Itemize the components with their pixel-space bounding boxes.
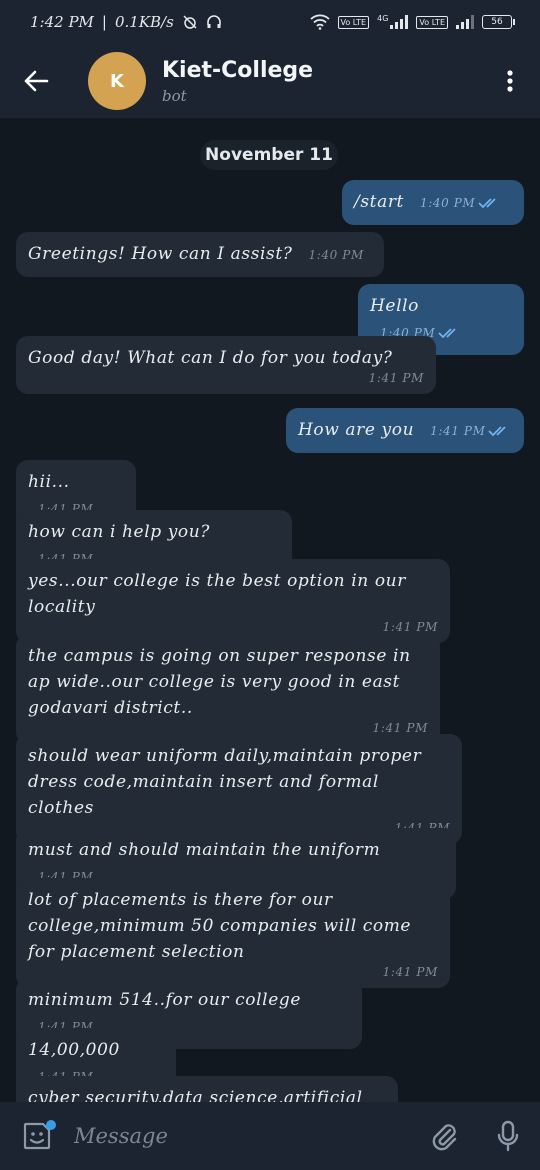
message-time: 1:40 PM <box>420 196 476 210</box>
message-text: should wear uniform daily,maintain prope… <box>28 746 422 818</box>
chat-header: K Kiet-College bot <box>0 44 540 118</box>
headphones-icon <box>207 15 221 28</box>
status-bar: 1:42 PM | 0.1KB/s Vo LTE 4G Vo LTE 56 <box>0 0 540 44</box>
status-left: 1:42 PM | 0.1KB/s <box>30 13 222 31</box>
status-right: Vo LTE 4G Vo LTE 56 <box>309 14 515 30</box>
chat-subtitle: bot <box>162 86 187 105</box>
message-composer <box>0 1102 540 1170</box>
message-text: minimum 514..for our college <box>28 990 301 1010</box>
message-text: hii... <box>28 472 70 492</box>
battery-icon: 56 <box>482 15 515 29</box>
message-text: yes...our college is the best option in … <box>28 571 406 617</box>
date-chip: November 11 <box>200 140 338 170</box>
network-speed: 0.1KB/s <box>114 13 174 31</box>
message-time: 1:41 PM <box>372 721 428 735</box>
emoji-button[interactable] <box>0 1102 74 1170</box>
menu-button[interactable] <box>480 44 540 118</box>
double-check-icon <box>488 426 507 437</box>
wifi-icon <box>309 14 330 30</box>
message-bubble-incoming[interactable]: yes...our college is the best option in … <box>16 559 450 643</box>
message-time: 1:41 PM <box>382 620 438 634</box>
message-time: 1:41 PM <box>368 371 424 385</box>
message-text: how can i help you? <box>28 522 211 542</box>
message-bubble-incoming[interactable]: the campus is going on super response in… <box>16 634 440 744</box>
message-list[interactable]: November 11 /start 1:40 PM Greetings! Ho… <box>0 118 540 1102</box>
microphone-button[interactable] <box>476 1102 540 1170</box>
message-time: 1:40 PM <box>308 248 364 262</box>
double-check-icon <box>478 198 496 209</box>
message-time: 1:41 PM <box>430 424 486 438</box>
volte-badge-2: Vo LTE <box>416 15 448 29</box>
message-text: the campus is going on super response in… <box>28 646 411 718</box>
arrow-left-icon <box>24 70 49 92</box>
notification-dot <box>46 1120 56 1130</box>
message-input[interactable] <box>74 1111 412 1161</box>
chat-title: Kiet-College <box>162 57 314 83</box>
avatar[interactable]: K <box>88 52 146 110</box>
network-type: 4G <box>377 14 389 23</box>
attach-button[interactable] <box>412 1102 476 1170</box>
double-check-icon <box>438 328 456 339</box>
message-text: Hello <box>370 296 419 316</box>
signal-icon-1 <box>390 15 409 29</box>
back-button[interactable] <box>0 44 72 118</box>
message-bubble-incoming[interactable]: lot of placements is there for our colle… <box>16 878 450 988</box>
volte-badge-1: Vo LTE <box>337 15 370 29</box>
message-text: cyber security,data science,artificial <box>28 1088 363 1102</box>
message-bubble-outgoing[interactable]: /start 1:40 PM <box>342 180 524 225</box>
message-text: 14,00,000 <box>28 1040 120 1060</box>
message-text: /start <box>354 192 404 212</box>
message-time: 1:41 PM <box>382 965 438 979</box>
message-bubble-outgoing[interactable]: How are you 1:41 PM <box>286 408 524 453</box>
message-bubble-incoming[interactable]: Greetings! How can I assist? 1:40 PM <box>16 232 384 277</box>
message-text: must and should maintain the uniform <box>28 840 381 860</box>
signal-icon-2 <box>456 15 474 29</box>
message-meta: 1:41 PM <box>430 424 510 438</box>
chat-title-block[interactable]: Kiet-College bot <box>162 58 480 105</box>
more-vert-icon <box>507 70 513 92</box>
message-text: How are you <box>298 420 415 440</box>
status-separator: | <box>101 13 107 31</box>
alarm-off-icon <box>183 15 197 29</box>
microphone-icon <box>497 1120 519 1152</box>
message-text: Good day! What can I do for you today? <box>28 348 393 368</box>
battery-level: 56 <box>491 17 503 27</box>
message-bubble-incoming[interactable]: cyber security,data science,artificial <box>16 1076 398 1102</box>
message-meta: 1:40 PM <box>420 196 500 210</box>
message-text: lot of placements is there for our colle… <box>28 890 412 962</box>
paperclip-icon <box>432 1124 457 1151</box>
status-time: 1:42 PM <box>30 13 94 31</box>
message-text: Greetings! How can I assist? <box>28 244 293 264</box>
message-bubble-incoming[interactable]: Good day! What can I do for you today? 1… <box>16 336 436 394</box>
